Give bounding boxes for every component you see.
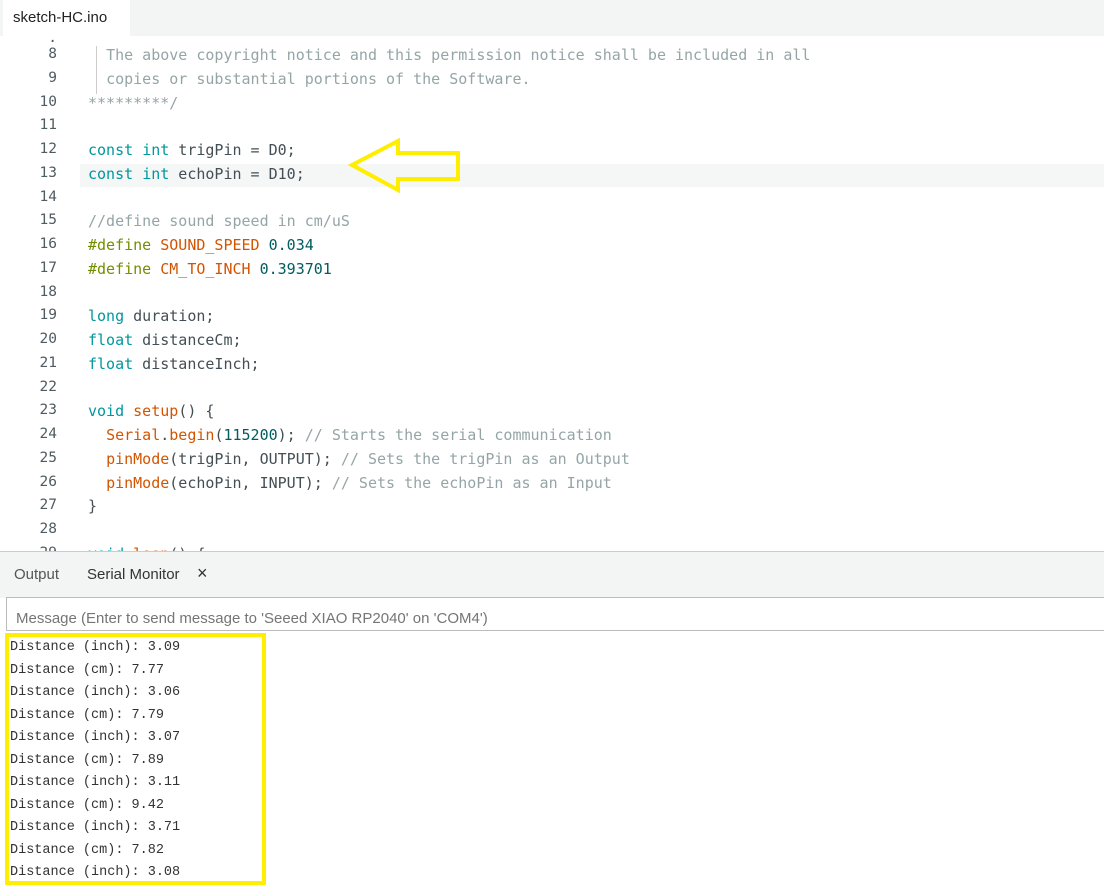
line-number: 20 xyxy=(39,331,57,347)
code-line: long duration; xyxy=(88,307,215,326)
line-number: 8 xyxy=(48,46,57,62)
serial-message-input[interactable] xyxy=(6,597,1104,631)
code-editor[interactable]: .8 The above copyright notice and this p… xyxy=(0,36,1104,551)
line-number: 23 xyxy=(39,402,57,419)
line-number: 18 xyxy=(39,283,57,300)
line-number: 16 xyxy=(39,236,57,252)
editor-tab-bar: sketch-HC.ino xyxy=(0,0,1104,36)
line-number: 17 xyxy=(39,259,57,276)
code-line: float distanceCm; xyxy=(88,331,242,349)
line-number: 25 xyxy=(39,449,57,466)
tab-sketch-file[interactable]: sketch-HC.ino xyxy=(3,0,130,36)
line-number: 26 xyxy=(39,473,57,490)
highlight-box xyxy=(5,633,266,885)
close-icon[interactable]: × xyxy=(197,563,208,584)
line-number: 28 xyxy=(39,521,57,537)
tab-label: sketch-HC.ino xyxy=(13,9,108,26)
line-number: . xyxy=(48,36,57,46)
line-number: 14 xyxy=(39,188,57,205)
code-line: const int echoPin = D10; xyxy=(88,164,305,183)
line-number: 19 xyxy=(39,307,57,324)
tab-serial-monitor[interactable]: Serial Monitor xyxy=(87,566,180,583)
code-line: //define sound speed in cm/uS xyxy=(88,212,350,231)
panel-tabs: Output Serial Monitor × xyxy=(0,552,1104,598)
code-line: pinMode(echoPin, INPUT); // Sets the ech… xyxy=(106,473,612,492)
code-line: copies or substantial portions of the So… xyxy=(106,69,531,88)
code-line: } xyxy=(88,497,98,516)
code-line: #define SOUND_SPEED 0.034 xyxy=(88,236,314,254)
line-number: 21 xyxy=(39,354,57,371)
code-line: Serial.begin(115200); // Starts the seri… xyxy=(106,426,612,444)
code-line: void setup() { xyxy=(88,402,215,421)
line-number: 9 xyxy=(48,69,57,86)
line-number: 15 xyxy=(39,212,57,229)
code-line: const int trigPin = D0; xyxy=(88,141,296,159)
arrow-left-icon xyxy=(348,138,460,194)
code-line: float distanceInch; xyxy=(88,354,260,373)
line-number: 12 xyxy=(39,141,57,157)
code-line: *********/ xyxy=(88,93,179,112)
line-number: 13 xyxy=(39,164,57,181)
line-number: 10 xyxy=(39,93,57,110)
tab-output[interactable]: Output xyxy=(14,566,59,583)
line-number: 22 xyxy=(39,378,57,395)
line-number: 27 xyxy=(39,497,57,514)
line-number: 24 xyxy=(39,426,57,442)
code-line: pinMode(trigPin, OUTPUT); // Sets the tr… xyxy=(106,449,630,468)
code-line: #define CM_TO_INCH 0.393701 xyxy=(88,259,332,278)
code-line: The above copyright notice and this perm… xyxy=(106,46,811,64)
line-number: 11 xyxy=(39,117,57,134)
